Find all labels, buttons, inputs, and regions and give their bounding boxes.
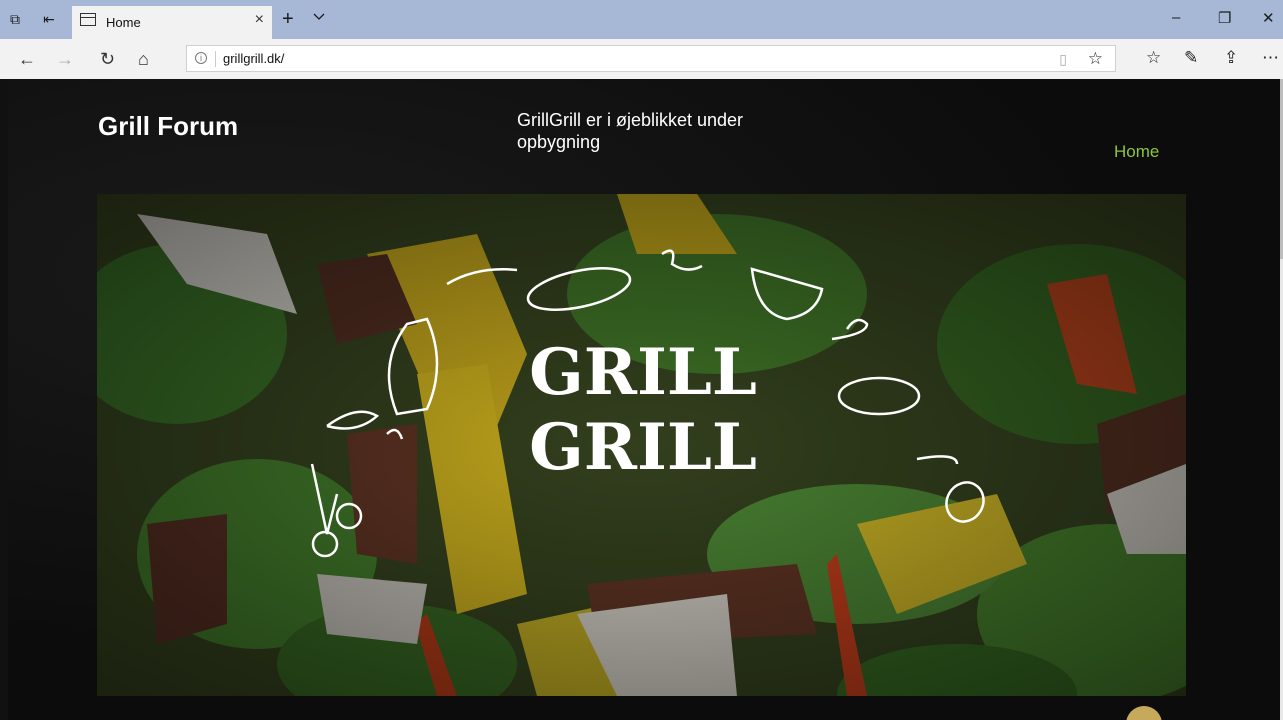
new-tab-button[interactable]: + [282, 9, 294, 29]
share-icon[interactable]: ⇪ [1224, 48, 1238, 68]
restore-icon[interactable]: ❐ [1218, 9, 1231, 27]
more-icon[interactable]: ⋯ [1262, 48, 1279, 68]
set-tabs-aside-icon[interactable]: ⧉ [4, 8, 26, 30]
close-tab-icon[interactable]: × [255, 11, 264, 29]
hero-food-illustration: GRILL GRILL [97, 194, 1186, 696]
home-icon[interactable]: ⌂ [138, 49, 149, 69]
tab-title: Home [106, 15, 141, 30]
nav-link-home[interactable]: Home [1114, 142, 1159, 162]
chevron-down-icon[interactable] [312, 10, 326, 24]
close-window-icon[interactable]: ✕ [1262, 9, 1275, 27]
site-info-icon[interactable]: i [195, 52, 207, 64]
floating-action-button[interactable] [1126, 706, 1162, 720]
address-bar[interactable]: i grillgrill.dk/ ▯ ☆ [186, 45, 1116, 72]
site-tagline: GrillGrill er i øjeblikket under opbygni… [517, 110, 744, 152]
forward-icon[interactable]: → [56, 49, 74, 69]
back-icon[interactable]: ← [18, 49, 36, 69]
web-page: Grill Forum GrillGrill er i øjeblikket u… [8, 79, 1280, 720]
logo-line-1: GRILL [529, 335, 757, 410]
minimize-icon[interactable]: – [1172, 9, 1180, 26]
url-text[interactable]: grillgrill.dk/ [223, 51, 284, 66]
reading-view-icon[interactable]: ▯ [1059, 51, 1067, 68]
tabs-aside-icon[interactable]: ⇤ [38, 8, 60, 30]
page-icon [80, 13, 96, 26]
refresh-icon[interactable]: ↻ [100, 49, 115, 69]
hero-image: GRILL GRILL [97, 194, 1186, 696]
browser-nav-bar: ← → ↻ ⌂ i grillgrill.dk/ ▯ ☆ ☆ ✎ ⇪ ⋯ [0, 39, 1283, 79]
grill-logo: GRILL GRILL [529, 335, 757, 485]
browser-tab-home[interactable]: Home × [72, 6, 272, 39]
pen-icon[interactable]: ✎ [1184, 48, 1198, 68]
site-title[interactable]: Grill Forum [98, 111, 238, 142]
address-divider [215, 51, 216, 67]
favorites-hub-icon[interactable]: ☆ [1146, 48, 1161, 68]
logo-line-2: GRILL [529, 410, 757, 485]
browser-title-bar: ⧉ ⇤ Home × + – ❐ ✕ [0, 0, 1283, 39]
favorite-star-icon[interactable]: ☆ [1088, 49, 1103, 69]
